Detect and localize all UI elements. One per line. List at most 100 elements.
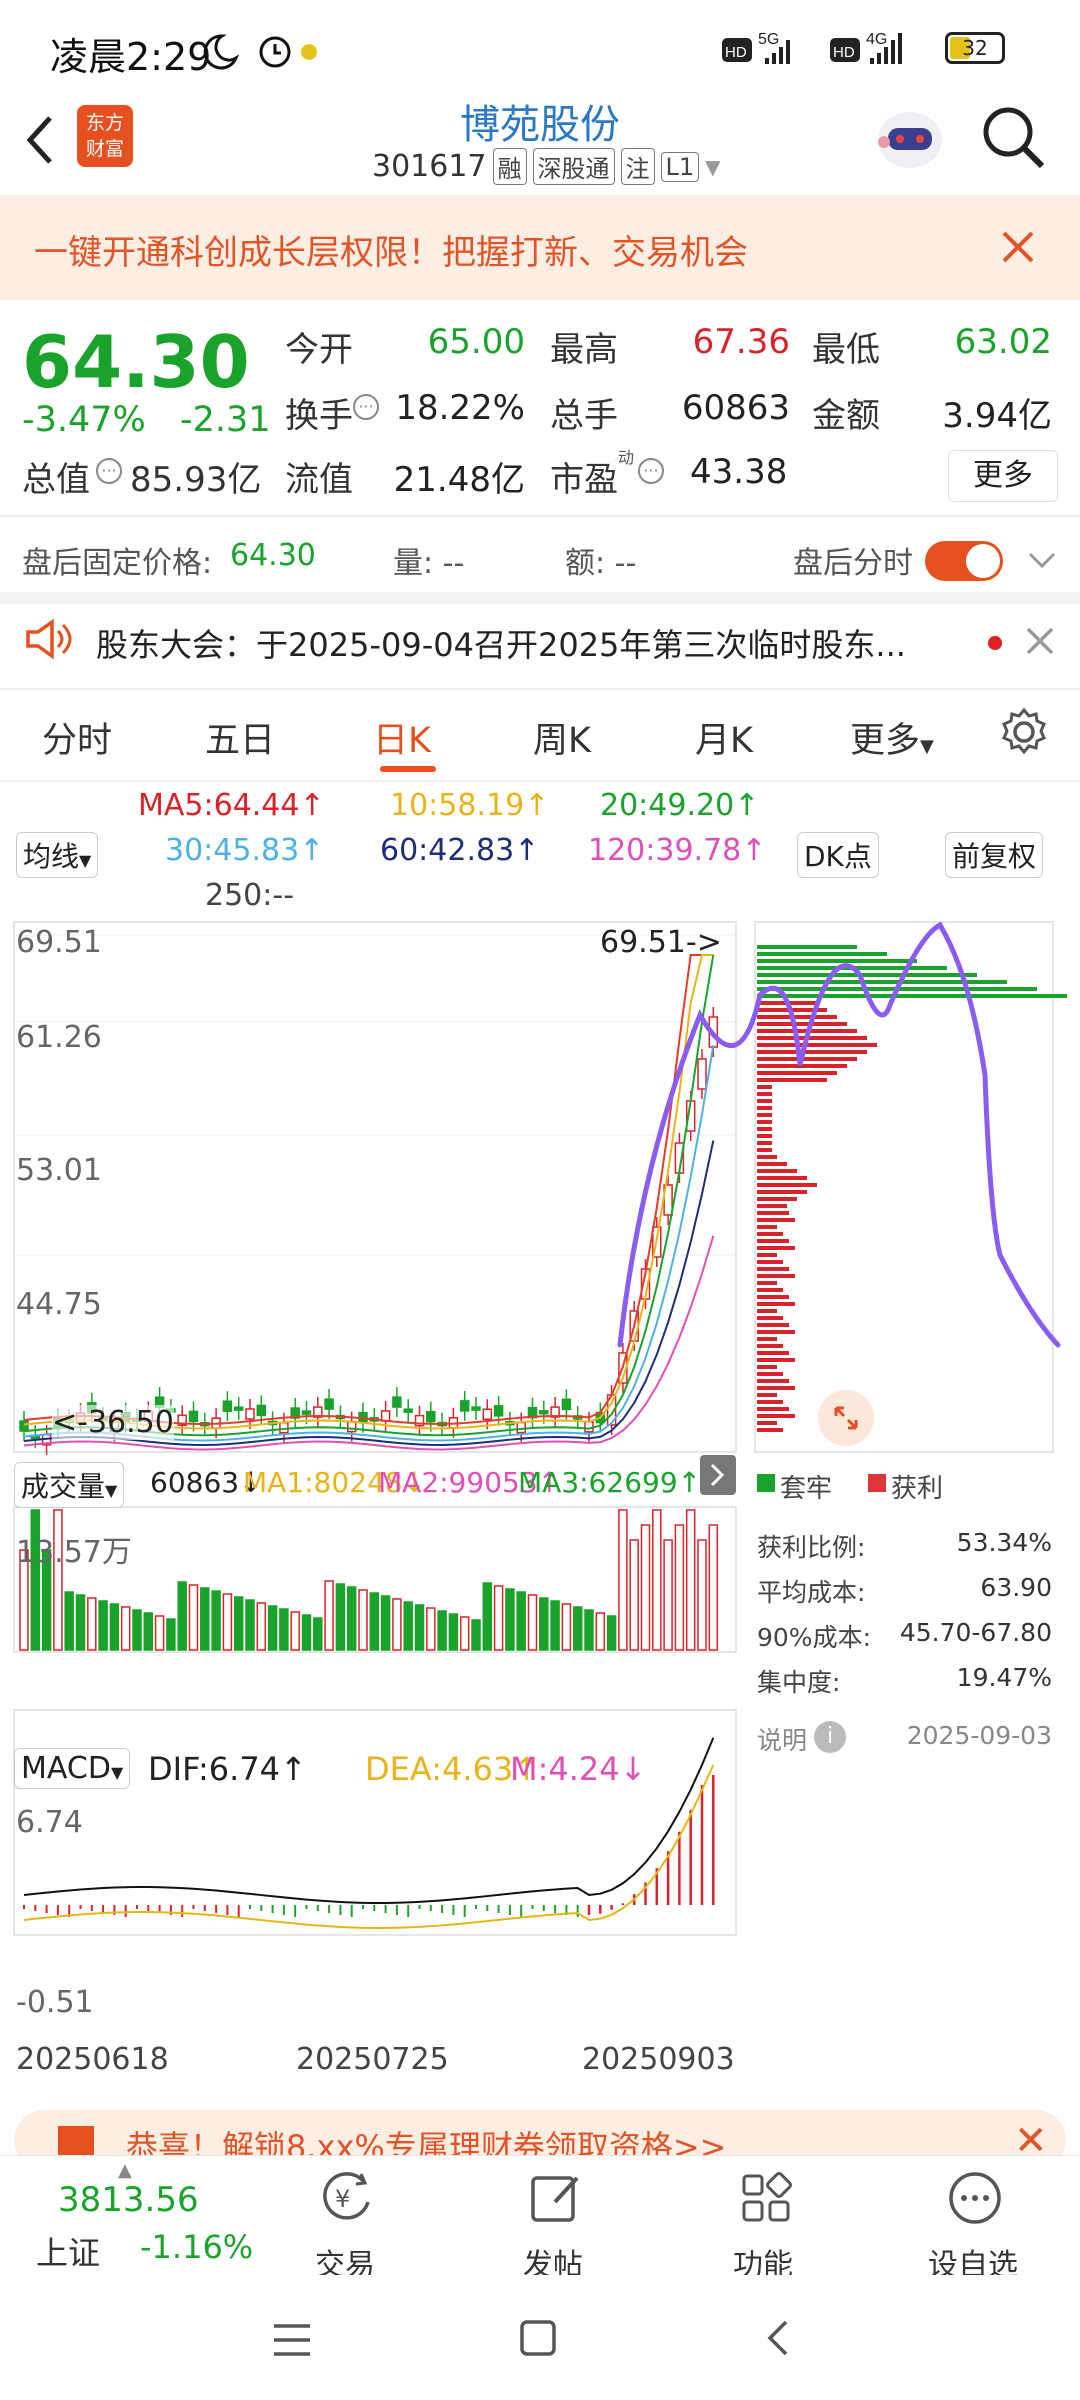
info-icon[interactable]: ···: [96, 458, 122, 484]
volume-bar: [392, 1598, 402, 1651]
low-value: 63.02: [954, 322, 1052, 362]
volume-bar: [539, 1597, 549, 1651]
low-label: 最低: [812, 330, 880, 370]
more-button[interactable]: 更多: [948, 450, 1058, 502]
candle-body: [301, 1410, 312, 1415]
chevron-down-icon[interactable]: [1026, 548, 1058, 574]
index-value[interactable]: 3813.56: [58, 2180, 199, 2220]
home-icon[interactable]: [516, 2316, 560, 2360]
close-icon[interactable]: [1000, 229, 1036, 265]
volume-bar: [188, 1584, 199, 1651]
speaker-icon: [26, 618, 72, 660]
volume-bar: [516, 1591, 526, 1651]
tab-daily-k[interactable]: 日K: [373, 712, 431, 763]
stock-code: 301617: [372, 149, 487, 184]
adjust-select[interactable]: 前复权: [945, 832, 1044, 878]
macd-select[interactable]: MACD▼: [14, 1748, 131, 1789]
promo-banner[interactable]: 一键开通科创成长层权限！把握打新、交易机会: [0, 195, 1080, 300]
volume-bar: [437, 1610, 447, 1651]
candle-body: [493, 1405, 504, 1417]
tab-monthly-k[interactable]: 月K: [695, 712, 753, 763]
volume-bar: [177, 1581, 187, 1651]
turnover-value: 18.22%: [395, 388, 525, 428]
tag-level: L1: [660, 151, 700, 182]
robot-assistant-icon[interactable]: [870, 100, 950, 175]
promo-banner-text: 一键开通科创成长层权限！把握打新、交易机会: [34, 233, 748, 273]
signal-icons: HD 5G HD 4G: [722, 31, 902, 64]
volume-value: 60863: [681, 388, 790, 428]
ma30-value: 30:45.83↑: [165, 833, 325, 868]
volume-bar: [87, 1597, 97, 1651]
chip-bar: [757, 1358, 795, 1362]
afterhours-toggle[interactable]: [925, 541, 1003, 581]
chip-bar: [757, 1127, 772, 1131]
legend-trap-label: 套牢: [780, 1474, 833, 1504]
tab-intraday[interactable]: 分时: [42, 712, 112, 763]
apps-icon[interactable]: [736, 2168, 796, 2228]
low-tag: <-36.50: [52, 1405, 174, 1440]
dropdown-icon: ▼: [705, 154, 721, 179]
volume-bar: [369, 1592, 380, 1651]
high-label: 最高: [550, 330, 618, 370]
index-up-icon: ▲: [118, 2160, 132, 2181]
ma-select[interactable]: 均线▼: [16, 832, 99, 878]
chip-bar: [757, 1274, 795, 1278]
expand-icon[interactable]: [818, 1390, 874, 1446]
notice-text[interactable]: 股东大会：于2025-09-04召开2025年第三次临时股东...: [96, 620, 946, 666]
volume-bar: [471, 1619, 481, 1651]
chip-bar: [757, 1421, 777, 1425]
volume-bar: [301, 1614, 312, 1651]
volume-bar: [120, 1606, 131, 1651]
chip-bar: [757, 1099, 772, 1103]
post-icon[interactable]: [525, 2168, 585, 2228]
system-back-icon[interactable]: [760, 2316, 796, 2360]
chip-bar: [757, 1190, 807, 1194]
y-axis-label: 53.01: [16, 1153, 102, 1188]
gear-icon[interactable]: [998, 706, 1050, 758]
afterhours-label: 盘后固定价格:: [22, 546, 213, 581]
volume-bar: [708, 1524, 719, 1651]
chip-bar: [757, 1295, 789, 1299]
chip-bar: [757, 1176, 807, 1180]
tag-connect: 深股通: [532, 148, 615, 185]
volume-bar: [595, 1612, 606, 1651]
volume-bar: [697, 1539, 707, 1651]
volume-bar: [143, 1612, 154, 1651]
volume-bar: [290, 1611, 300, 1651]
trade-icon[interactable]: ¥: [316, 2168, 376, 2228]
volume-bar: [233, 1596, 244, 1651]
high-value: 67.36: [692, 322, 790, 362]
tab-more[interactable]: 更多▼: [850, 712, 934, 763]
stock-code-row[interactable]: 301617 融 深股通 注 L1 ▼: [372, 148, 721, 185]
volume-bar: [358, 1589, 368, 1651]
last-price: 64.30: [22, 320, 250, 404]
tab-five-day[interactable]: 五日: [205, 712, 275, 763]
chip-note[interactable]: 说明: [757, 1721, 807, 1757]
candle-body: [256, 1404, 267, 1417]
chip-bar: [757, 1372, 783, 1376]
search-icon[interactable]: [978, 102, 1048, 172]
info-icon[interactable]: i: [814, 1721, 846, 1753]
candle-body: [222, 1400, 233, 1412]
date-label: 20250903: [582, 2042, 735, 2077]
close-icon[interactable]: [1025, 626, 1055, 656]
menu-icon[interactable]: [270, 2320, 314, 2360]
volume-bar: [313, 1617, 323, 1651]
pe-sup: 动: [618, 448, 635, 467]
more-dots-icon[interactable]: [945, 2168, 1005, 2228]
volume-bar: [663, 1539, 673, 1651]
chip-bar: [757, 945, 857, 949]
kline-chart[interactable]: [0, 915, 1080, 2095]
volume-bar: [685, 1509, 696, 1651]
volume-select[interactable]: 成交量▼: [14, 1462, 125, 1508]
dk-point-button[interactable]: DK点: [797, 832, 879, 878]
volume-bar: [245, 1599, 255, 1651]
index-pct[interactable]: -1.16%: [140, 2228, 253, 2266]
index-name[interactable]: 上证: [36, 2228, 100, 2274]
chip-bar: [757, 994, 1067, 998]
tab-weekly-k[interactable]: 周K: [533, 712, 591, 763]
volume-bar: [505, 1588, 515, 1651]
info-icon[interactable]: ···: [638, 458, 664, 484]
chip-bar: [757, 1330, 795, 1334]
candle-body: [392, 1396, 402, 1408]
